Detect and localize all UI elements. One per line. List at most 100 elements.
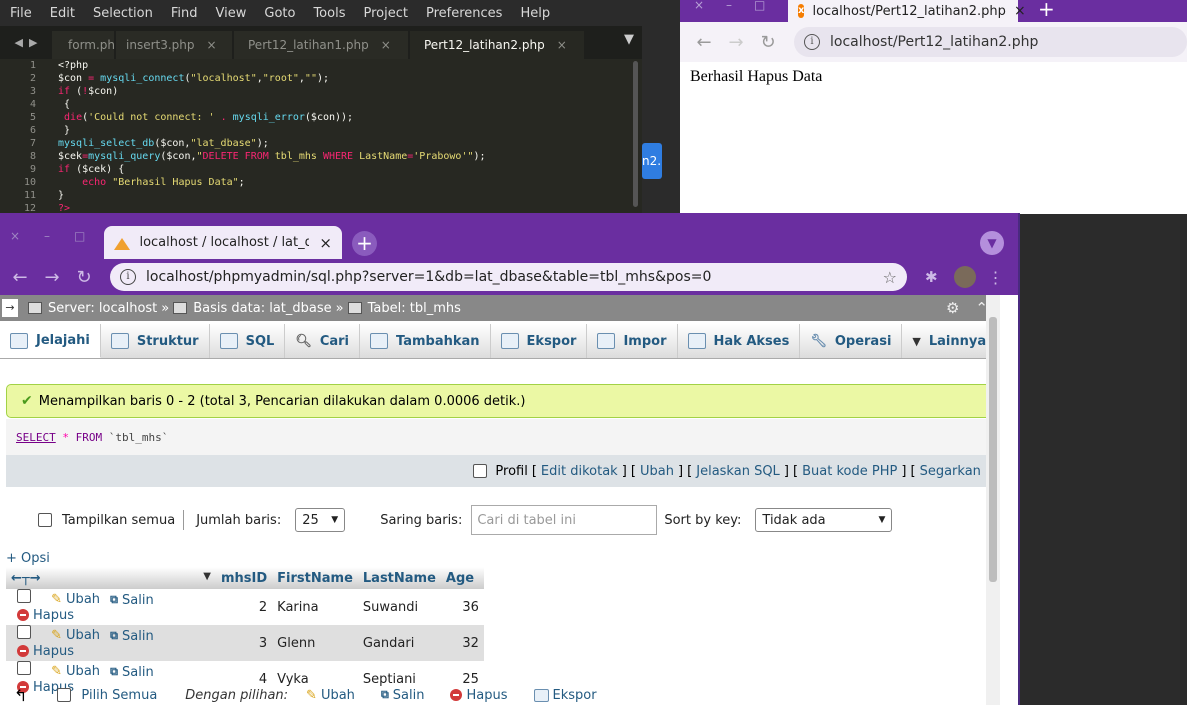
- sort-by-key-select[interactable]: Tidak ada ▼: [755, 508, 893, 532]
- explain-sql-link[interactable]: Jelaskan SQL: [696, 464, 780, 479]
- cell-mhsid[interactable]: 3: [216, 625, 273, 661]
- edit-inline-link[interactable]: Edit dikotak: [541, 464, 618, 479]
- menu-selection[interactable]: Selection: [83, 6, 161, 21]
- info-icon[interactable]: i: [120, 269, 136, 285]
- editor-scrollbar[interactable]: [633, 61, 638, 207]
- profil-checkbox[interactable]: [473, 464, 488, 478]
- close-icon[interactable]: ×: [319, 234, 332, 252]
- close-icon[interactable]: ×: [1014, 3, 1026, 19]
- window-controls[interactable]: ×–□: [694, 0, 787, 12]
- row-checkbox[interactable]: [17, 661, 31, 675]
- editor-tab-latihan2[interactable]: Pert12_latihan2.php ×: [410, 31, 584, 59]
- breadcrumb-server[interactable]: Server: localhost: [28, 301, 157, 316]
- tab-scroll-right-icon[interactable]: ▶: [29, 36, 37, 49]
- delete-row-button[interactable]: Hapus: [17, 644, 74, 659]
- filter-rows-input[interactable]: Cari di tabel ini: [471, 505, 658, 535]
- editor-tab-insert3[interactable]: insert3.php ×: [116, 31, 232, 59]
- copy-row-button[interactable]: ⧉ Salin: [110, 665, 154, 680]
- refresh-link[interactable]: Segarkan: [920, 464, 981, 479]
- close-icon[interactable]: ×: [207, 38, 217, 52]
- chevron-down-icon[interactable]: ▼: [203, 571, 211, 582]
- bulk-delete-button[interactable]: Hapus: [450, 688, 508, 703]
- page-scrollbar[interactable]: [986, 295, 1000, 705]
- menu-tools[interactable]: Tools: [303, 6, 353, 21]
- tab-sql[interactable]: SQL: [209, 324, 286, 358]
- edit-row-button[interactable]: ✎ Ubah: [51, 592, 100, 607]
- collapse-nav-icon[interactable]: →: [2, 299, 18, 317]
- tab-lainnya[interactable]: ▼ Lainnya: [902, 324, 998, 358]
- cell-firstname[interactable]: Glenn: [272, 625, 358, 661]
- tab-search-chevron-icon[interactable]: ▼: [980, 231, 1004, 255]
- options-link[interactable]: + Opsi: [6, 551, 50, 566]
- info-icon[interactable]: i: [804, 34, 820, 50]
- phpmyadmin-tab[interactable]: localhost / localhost / lat_dba ×: [104, 226, 342, 259]
- bulk-edit-button[interactable]: ✎ Ubah: [306, 688, 355, 703]
- address-bar[interactable]: i localhost/phpmyadmin/sql.php?server=1&…: [110, 263, 907, 291]
- menu-kebab-icon[interactable]: ⋮: [988, 268, 1004, 287]
- cell-age[interactable]: 32: [440, 625, 484, 661]
- select-all-label[interactable]: Pilih Semua: [81, 688, 157, 703]
- bulk-export-button[interactable]: Ekspor: [533, 688, 597, 703]
- back-icon[interactable]: ←: [688, 32, 720, 53]
- new-tab-icon[interactable]: +: [1038, 0, 1055, 21]
- new-tab-icon[interactable]: +: [352, 231, 377, 256]
- row-checkbox[interactable]: [17, 625, 31, 639]
- tab-jelajahi[interactable]: Jelajahi: [0, 324, 101, 358]
- column-header-lastname[interactable]: LastName: [357, 567, 441, 589]
- scrollbar-thumb[interactable]: [989, 317, 997, 582]
- close-icon[interactable]: ×: [381, 38, 391, 52]
- window-controls[interactable]: ×–□: [10, 229, 109, 243]
- tab-ekspor[interactable]: Ekspor: [490, 324, 588, 358]
- address-bar[interactable]: i localhost/Pert12_latihan2.php: [794, 27, 1187, 57]
- menu-preferences[interactable]: Preferences: [416, 6, 510, 21]
- reload-icon[interactable]: ↻: [68, 267, 100, 288]
- editor-tab-form[interactable]: form.ph: [52, 31, 114, 59]
- menu-file[interactable]: File: [0, 6, 40, 21]
- close-icon[interactable]: ×: [557, 38, 567, 52]
- back-icon[interactable]: ←: [4, 267, 36, 288]
- edit-query-link[interactable]: Ubah: [640, 464, 674, 479]
- tab-hak-akses[interactable]: Hak Akses: [677, 324, 801, 358]
- cell-mhsid[interactable]: 2: [216, 589, 273, 625]
- delete-row-button[interactable]: Hapus: [17, 608, 74, 623]
- cell-lastname[interactable]: Gandari: [357, 625, 441, 661]
- show-all-checkbox[interactable]: [38, 513, 52, 527]
- result-browser-tab[interactable]: x localhost/Pert12_latihan2.php ×: [788, 0, 1026, 22]
- forward-icon[interactable]: →: [720, 32, 752, 53]
- menu-view[interactable]: View: [206, 6, 255, 21]
- forward-icon[interactable]: →: [36, 267, 68, 288]
- tab-impor[interactable]: Impor: [587, 324, 678, 358]
- cell-lastname[interactable]: Suwandi: [357, 589, 441, 625]
- tab-struktur[interactable]: Struktur: [100, 324, 210, 358]
- background-window-button[interactable]: n2.: [642, 143, 662, 179]
- row-count-select[interactable]: 25 ▼: [295, 508, 346, 532]
- cell-age[interactable]: 36: [440, 589, 484, 625]
- resize-arrows-icon[interactable]: ←┬→: [11, 571, 41, 586]
- copy-row-button[interactable]: ⧉ Salin: [110, 629, 154, 644]
- menu-goto[interactable]: Goto: [254, 6, 303, 21]
- tab-operasi[interactable]: 🔧︎ Operasi: [800, 324, 903, 358]
- tab-cari[interactable]: 🔍︎ Cari: [285, 324, 361, 358]
- sql-keyword-select[interactable]: SELECT: [16, 431, 56, 444]
- settings-gear-icon[interactable]: ⚙: [946, 299, 959, 317]
- avatar[interactable]: [953, 266, 976, 288]
- select-all-checkbox[interactable]: [57, 688, 72, 702]
- tab-list-dropdown-icon[interactable]: ▼: [624, 32, 634, 47]
- tab-scroll-buttons[interactable]: ◀ ▶: [0, 26, 52, 59]
- menu-help[interactable]: Help: [510, 6, 558, 21]
- breadcrumb-table[interactable]: Tabel: tbl_mhs: [347, 301, 461, 316]
- editor-tab-latihan1[interactable]: Pert12_latihan1.php ×: [234, 31, 408, 59]
- extensions-icon[interactable]: ✱: [925, 268, 938, 286]
- edit-row-button[interactable]: ✎ Ubah: [51, 664, 100, 679]
- bulk-copy-button[interactable]: ⧉ Salin: [381, 688, 425, 703]
- copy-row-button[interactable]: ⧉ Salin: [110, 593, 154, 608]
- breadcrumb-database[interactable]: Basis data: lat_dbase: [173, 301, 332, 316]
- menu-project[interactable]: Project: [353, 6, 415, 21]
- column-header-firstname[interactable]: FirstName: [272, 567, 358, 589]
- menu-find[interactable]: Find: [161, 6, 206, 21]
- menu-edit[interactable]: Edit: [40, 6, 83, 21]
- bookmark-star-icon[interactable]: ☆: [883, 268, 897, 287]
- tab-tambahkan[interactable]: Tambahkan: [360, 324, 491, 358]
- row-checkbox[interactable]: [17, 589, 31, 603]
- column-header-mhsid[interactable]: mhsID: [216, 567, 273, 589]
